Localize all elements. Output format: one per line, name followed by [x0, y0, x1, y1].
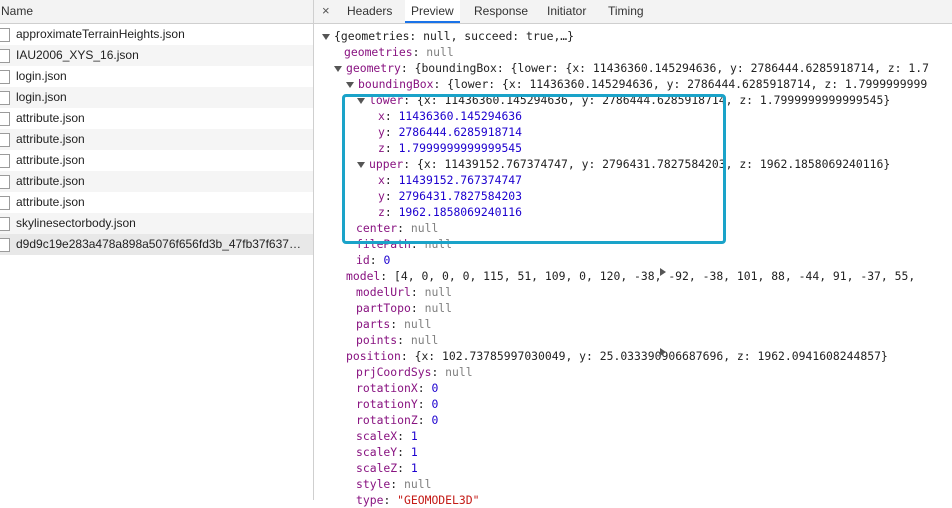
- tree-node-geometries: geometries: null: [344, 45, 454, 59]
- request-row[interactable]: attribute.json: [0, 150, 313, 171]
- tree-node-points: points: null: [356, 333, 439, 347]
- tree-node-filepath: filePath: null: [356, 237, 453, 251]
- tree-node-center: center: null: [356, 221, 439, 235]
- tree-node-scalex: scaleX: 1: [356, 429, 418, 443]
- tree-node-rotationz: rotationZ: 0: [356, 413, 439, 427]
- tree-node-modelurl: modelUrl: null: [356, 285, 453, 299]
- tree-node-rotationx: rotationX: 0: [356, 381, 439, 395]
- request-row[interactable]: login.json: [0, 87, 313, 108]
- tree-node-model[interactable]: model: [4, 0, 0, 0, 115, 51, 109, 0, 120…: [346, 268, 915, 284]
- tree-node-prjcoordsys: prjCoordSys: null: [356, 365, 473, 379]
- tree-node-type: type: "GEOMODEL3D": [356, 493, 480, 507]
- detail-tabs: × Headers Preview Response Initiator Tim…: [314, 0, 952, 24]
- request-row[interactable]: IAU2006_XYS_16.json: [0, 45, 313, 66]
- tree-node-parttopo: partTopo: null: [356, 301, 453, 315]
- tree-node-rotationy: rotationY: 0: [356, 397, 439, 411]
- tree-node-parts: parts: null: [356, 317, 432, 331]
- tree-node-lower-y: y: 2786444.6285918714: [378, 125, 523, 139]
- request-row-selected[interactable]: d9d9c19e283a478a898a5076f656fd3b_47fb37f…: [0, 234, 313, 255]
- name-column-header[interactable]: Name: [0, 0, 313, 24]
- tree-node-scalez: scaleZ: 1: [356, 461, 418, 475]
- expand-arrow-icon[interactable]: [346, 81, 354, 88]
- tree-node-upper-z: z: 1962.1858069240116: [378, 205, 523, 219]
- tree-node-boundingbox[interactable]: boundingBox: {lower: {x: 11436360.145294…: [346, 76, 927, 92]
- collapse-arrow-icon[interactable]: [660, 268, 666, 276]
- request-row[interactable]: attribute.json: [0, 171, 313, 192]
- tab-preview[interactable]: Preview: [405, 0, 460, 23]
- close-icon[interactable]: ×: [322, 0, 330, 22]
- request-row[interactable]: approximateTerrainHeights.json: [0, 24, 313, 45]
- tab-headers[interactable]: Headers: [347, 0, 392, 22]
- tree-node-geometry[interactable]: geometry: {boundingBox: {lower: {x: 1143…: [334, 60, 929, 76]
- tree-root-node[interactable]: {geometries: null, succeed: true,…}: [322, 28, 574, 44]
- tree-node-position[interactable]: position: {x: 102.73785997030049, y: 25.…: [346, 348, 888, 364]
- tree-node-upper[interactable]: upper: {x: 11439152.767374747, y: 279643…: [357, 156, 890, 172]
- request-row[interactable]: attribute.json: [0, 108, 313, 129]
- tree-node-upper-y: y: 2796431.7827584203: [378, 189, 523, 203]
- network-request-list: Name approximateTerrainHeights.json IAU2…: [0, 0, 314, 500]
- request-row[interactable]: skylinesectorbody.json: [0, 213, 313, 234]
- tab-timing[interactable]: Timing: [608, 0, 644, 22]
- request-row[interactable]: attribute.json: [0, 129, 313, 150]
- tree-node-lower-x: x: 11436360.145294636: [378, 109, 523, 123]
- expand-arrow-icon[interactable]: [322, 33, 330, 40]
- request-row[interactable]: attribute.json: [0, 192, 313, 213]
- expand-arrow-icon[interactable]: [357, 161, 365, 168]
- expand-arrow-icon[interactable]: [334, 65, 342, 72]
- tree-node-style: style: null: [356, 477, 432, 491]
- tab-response[interactable]: Response: [474, 0, 528, 22]
- request-row[interactable]: login.json: [0, 66, 313, 87]
- tab-initiator[interactable]: Initiator: [547, 0, 586, 22]
- tree-node-upper-x: x: 11439152.767374747: [378, 173, 523, 187]
- tree-node-id: id: 0: [356, 253, 391, 267]
- collapse-arrow-icon[interactable]: [660, 348, 666, 356]
- json-preview-tree: {geometries: null, succeed: true,…} geom…: [0, 28, 929, 507]
- tree-node-lower[interactable]: lower: {x: 11436360.145294636, y: 278644…: [357, 92, 890, 108]
- tree-node-scaley: scaleY: 1: [356, 445, 418, 459]
- tree-node-lower-z: z: 1.7999999999999545: [378, 141, 523, 155]
- expand-arrow-icon[interactable]: [357, 97, 365, 104]
